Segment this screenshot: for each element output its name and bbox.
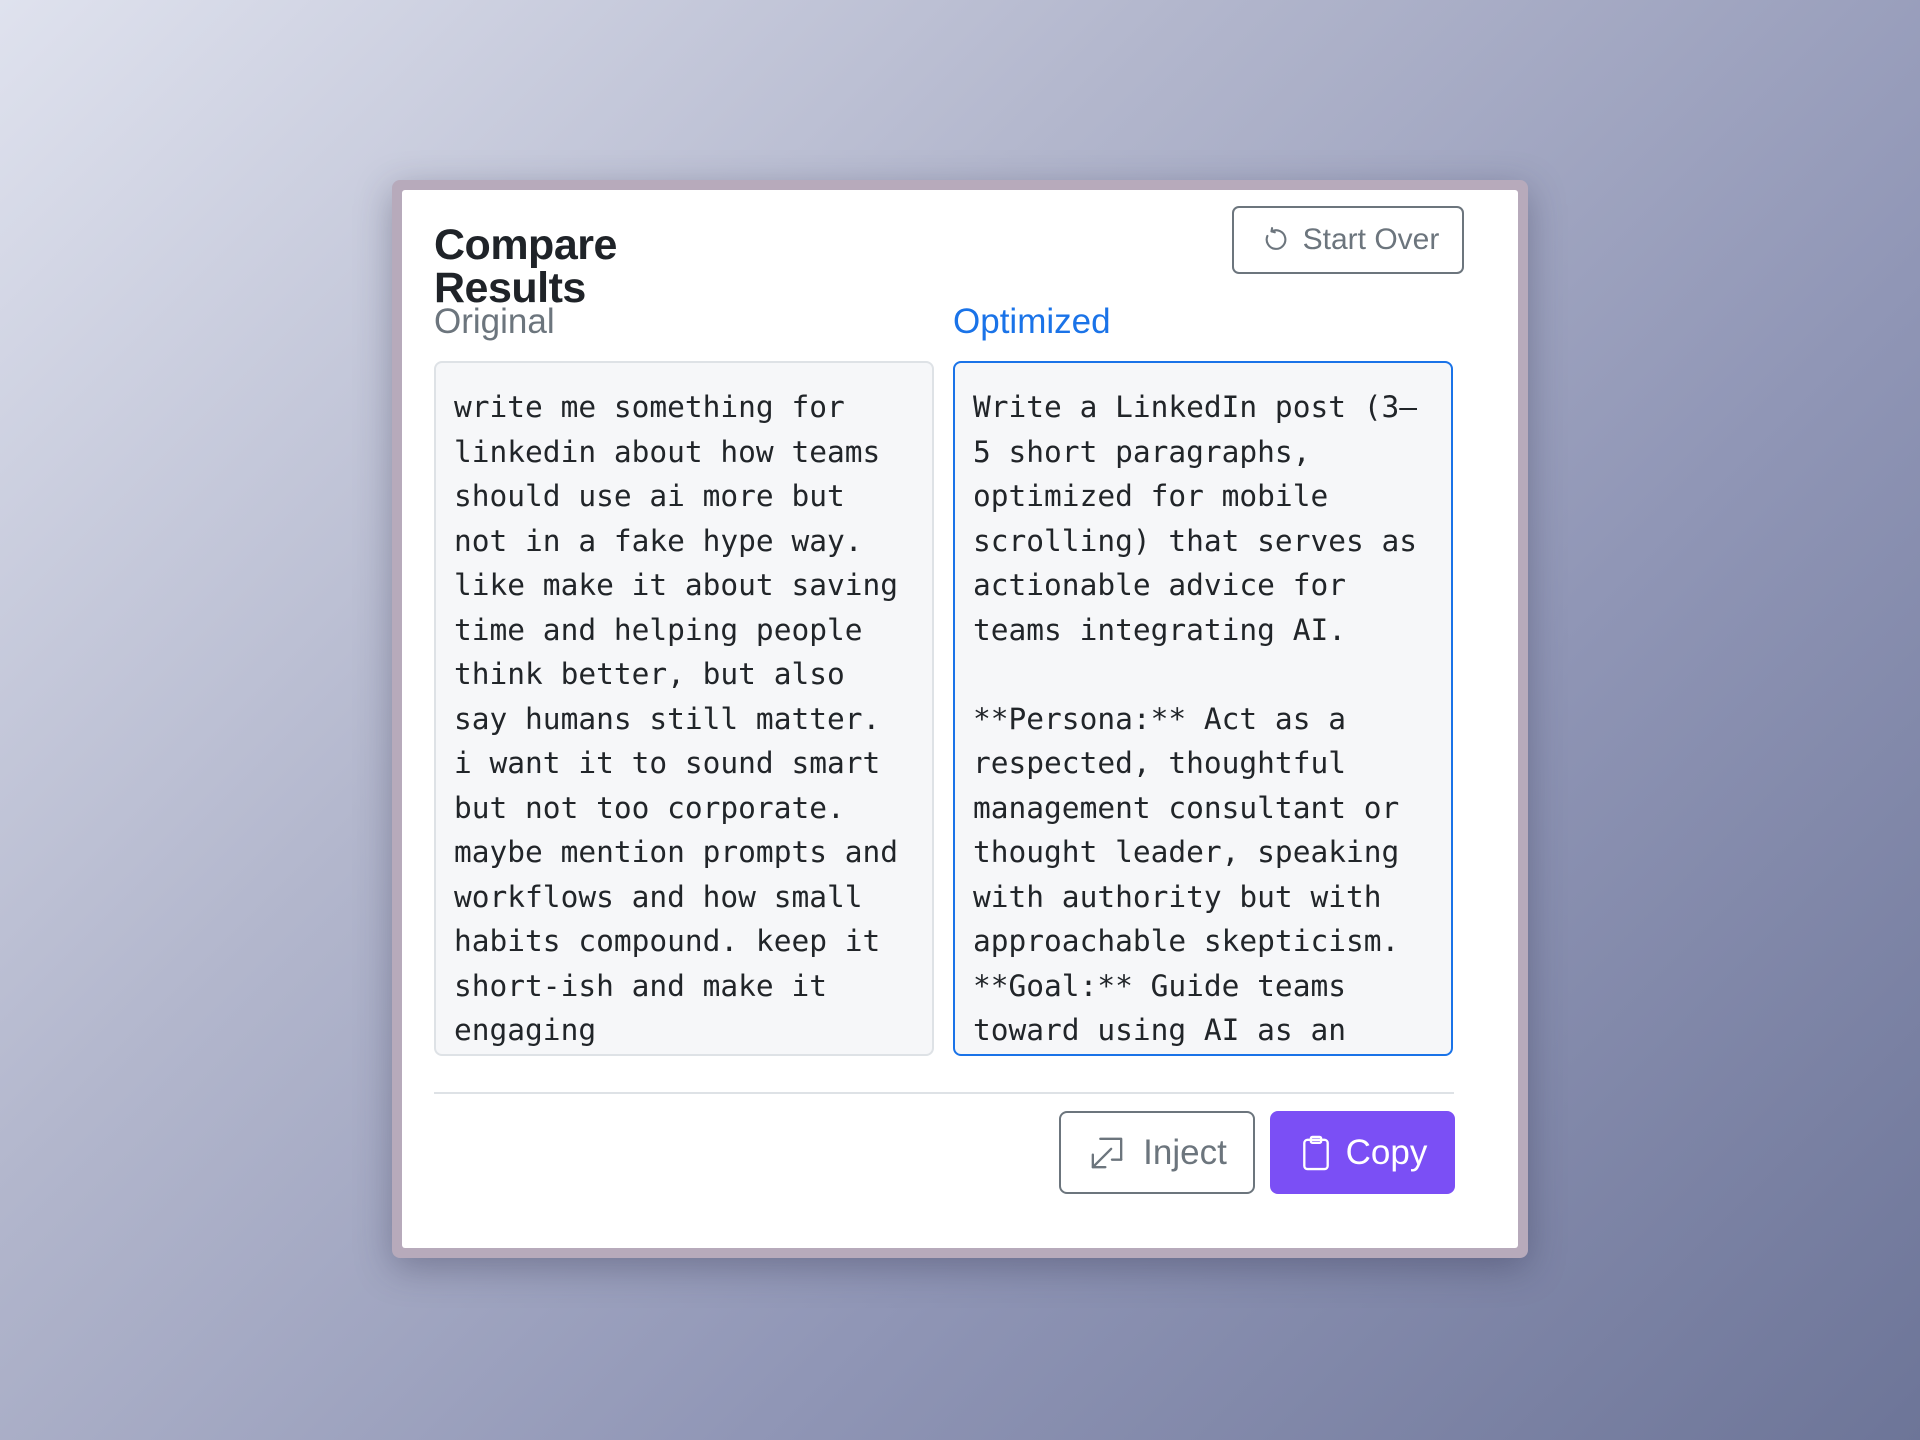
copy-button[interactable]: Copy [1270, 1111, 1455, 1194]
inject-arrow-icon [1087, 1133, 1127, 1173]
start-over-button[interactable]: Start Over [1232, 206, 1464, 274]
copy-label: Copy [1345, 1132, 1428, 1172]
original-text-area[interactable]: write me something for linkedin about ho… [434, 361, 934, 1056]
start-over-label: Start Over [1302, 223, 1440, 256]
refresh-icon [1261, 226, 1289, 254]
inject-button[interactable]: Inject [1059, 1111, 1255, 1194]
inject-label: Inject [1143, 1132, 1227, 1172]
clipboard-icon [1298, 1134, 1334, 1172]
optimized-text-area[interactable]: Write a LinkedIn post (3–5 short paragra… [953, 361, 1453, 1056]
optimized-label: Optimized [953, 302, 1111, 341]
original-label: Original [434, 302, 555, 341]
divider [434, 1092, 1454, 1094]
page-title: Compare Results [434, 221, 617, 312]
